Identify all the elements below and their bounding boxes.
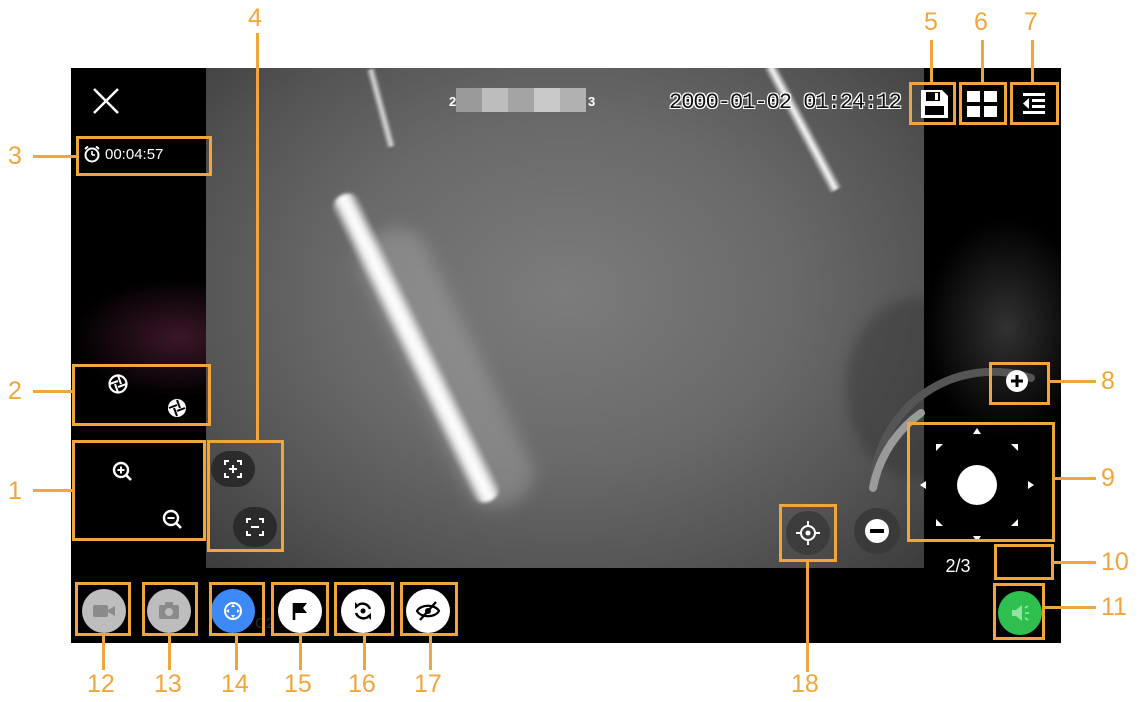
callout-number-6: 6: [974, 8, 988, 36]
callout-box-14: [209, 582, 265, 636]
callout-box-10: [994, 544, 1054, 580]
callout-box-16: [334, 582, 394, 636]
callout-number-2: 2: [8, 377, 22, 405]
callout-box-12: [75, 582, 131, 636]
callout-number-9: 9: [1101, 464, 1115, 492]
callout-number-10: 10: [1101, 548, 1129, 576]
callout-box-15: [271, 582, 329, 636]
callout-number-13: 13: [154, 670, 182, 698]
callout-box-17: [400, 582, 458, 636]
callout-box-9: [907, 422, 1055, 542]
callout-line-4: [256, 33, 259, 440]
callout-line-16: [363, 636, 366, 670]
callout-line-11: [1045, 606, 1096, 609]
callout-number-16: 16: [348, 670, 376, 698]
channel-name-end: 3: [588, 94, 596, 109]
callout-box-1: [72, 440, 206, 541]
callout-line-1: [33, 489, 72, 492]
callout-line-12: [102, 636, 105, 670]
callout-box-18: [779, 504, 837, 562]
callout-box-11: [993, 583, 1045, 640]
callout-box-8: [989, 362, 1050, 405]
callout-number-7: 7: [1024, 8, 1038, 36]
callout-box-6: [959, 82, 1007, 125]
callout-line-9: [1055, 477, 1096, 480]
callout-line-15: [299, 636, 302, 670]
osd-datetime: 2000-01-02 01:24:12: [669, 90, 902, 115]
callout-line-2: [33, 390, 72, 393]
callout-line-13: [168, 636, 171, 670]
callout-line-7: [1031, 40, 1034, 82]
video-lamp: [365, 68, 397, 148]
callout-number-15: 15: [284, 670, 312, 698]
callout-number-12: 12: [87, 670, 115, 698]
callout-box-5: [909, 82, 956, 125]
callout-box-4: [207, 440, 284, 552]
callout-number-18: 18: [791, 670, 819, 698]
callout-number-4: 4: [248, 4, 262, 32]
video-feed[interactable]: [206, 68, 924, 568]
callout-box-7: [1010, 82, 1059, 125]
callout-number-8: 8: [1101, 367, 1115, 395]
callout-line-5: [930, 40, 933, 82]
callout-box-13: [142, 582, 198, 636]
callout-box-2: [72, 364, 211, 426]
callout-number-5: 5: [924, 8, 938, 36]
preset-page-indicator: 2/3: [945, 556, 971, 576]
close-button[interactable]: [91, 86, 121, 116]
callout-number-17: 17: [414, 670, 442, 698]
callout-line-10: [1054, 561, 1096, 564]
callout-line-18: [806, 562, 809, 672]
callout-number-11: 11: [1101, 593, 1127, 621]
callout-line-14: [235, 636, 238, 670]
video-lamp: [763, 68, 843, 194]
callout-number-1: 1: [8, 477, 22, 505]
callout-number-14: 14: [221, 670, 249, 698]
live-view-screen: 00:04:57 2 3 2000-01-02 01:24:12 2/3 C2: [71, 68, 1061, 643]
callout-number-3: 3: [8, 142, 22, 170]
preset-remove-button[interactable]: [854, 508, 900, 554]
close-icon: [93, 88, 119, 114]
callout-box-3: [76, 136, 212, 176]
callout-line-8: [1050, 380, 1096, 383]
minus-icon: [865, 519, 889, 543]
callout-line-6: [981, 40, 984, 82]
callout-line-17: [429, 636, 432, 670]
channel-name-mosaic: [456, 88, 586, 112]
callout-line-3: [33, 155, 76, 158]
